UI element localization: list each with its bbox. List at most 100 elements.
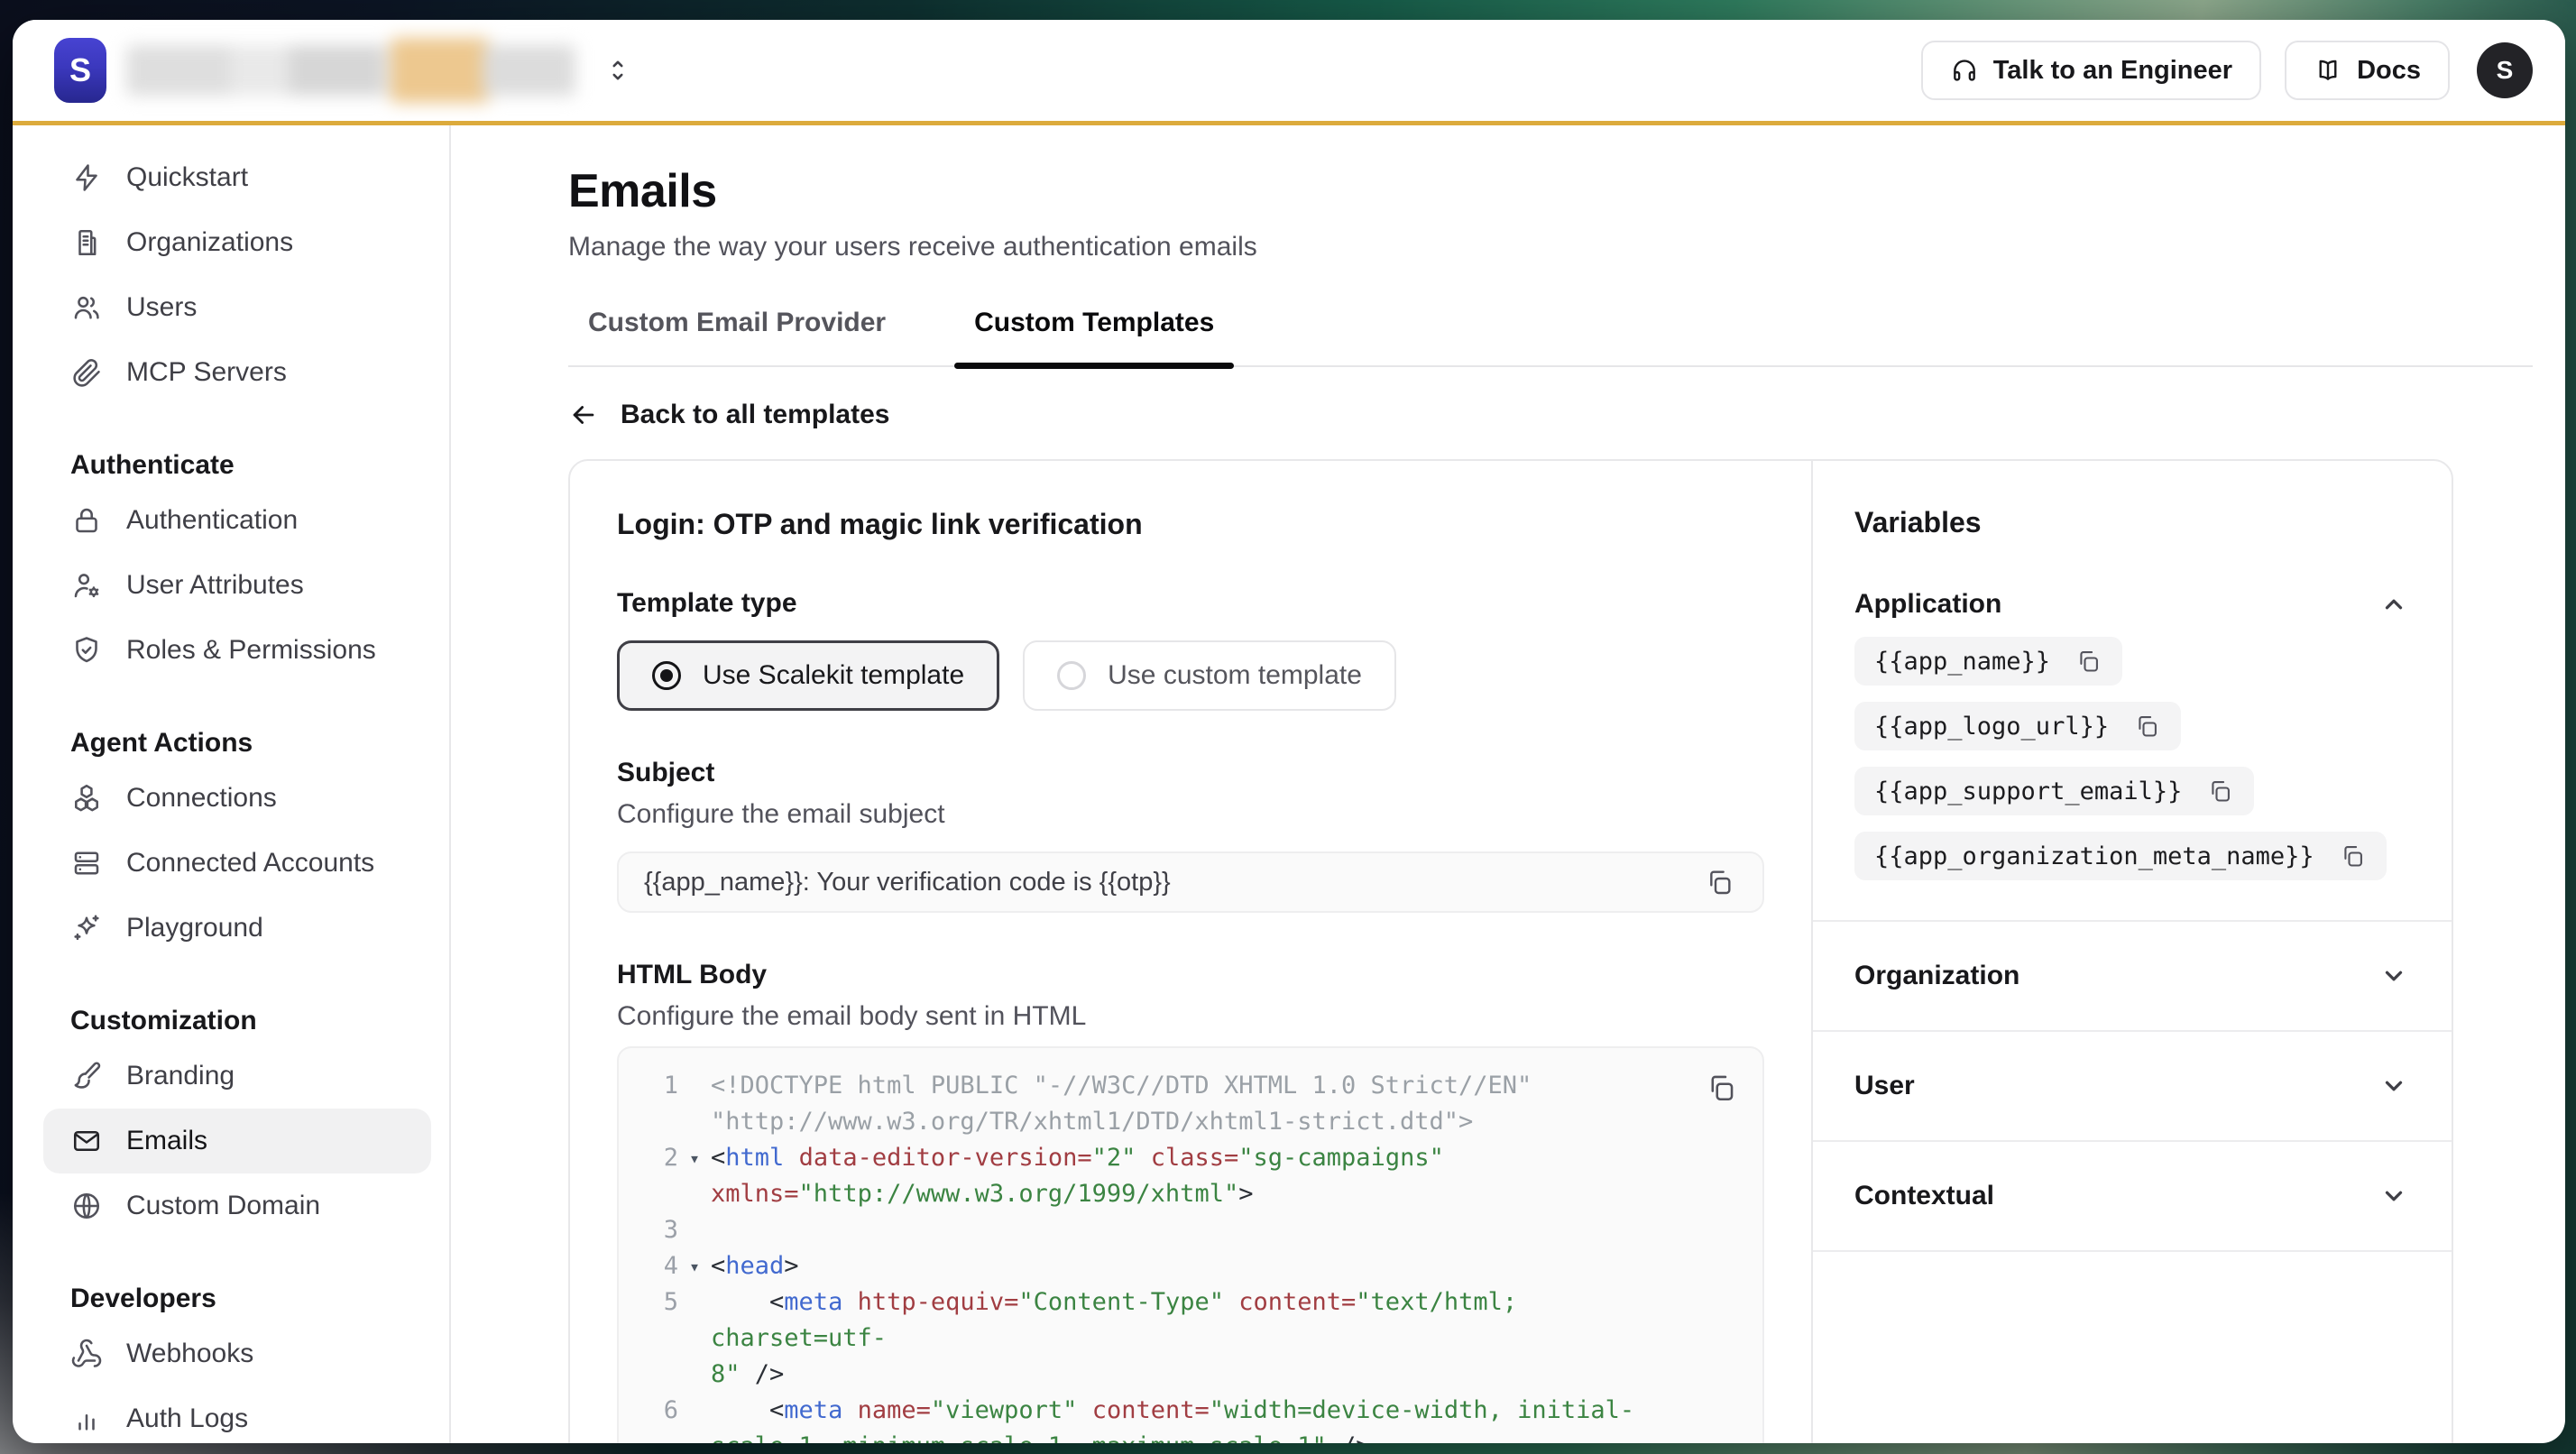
accordion-label: Contextual [1854,1181,1994,1211]
sidebar-item-label: Auth Logs [126,1403,248,1434]
headphones-icon [1950,56,1979,85]
sidebar-item-organizations[interactable]: Organizations [43,210,431,275]
back-to-templates-link[interactable]: Back to all templates [568,400,889,430]
variable-copy-button[interactable] [2132,712,2161,741]
variables-section-application[interactable]: Application [1854,588,2410,621]
code-fold-caret-icon[interactable]: ▾ [678,1140,711,1212]
sidebar-item-label: MCP Servers [126,357,287,388]
code-line-text: <!DOCTYPE html PUBLIC "-//W3C//DTD XHTML… [711,1068,1654,1140]
workspace-name-redacted[interactable] [126,45,575,96]
template-type-label: Template type [617,588,1764,619]
talk-to-engineer-label: Talk to an Engineer [1993,56,2232,86]
sidebar-item-webhooks[interactable]: Webhooks [43,1321,431,1386]
code-fold-spacer [678,1393,711,1443]
code-line-number: 1 [640,1068,678,1140]
sidebar-item-connections[interactable]: Connections [43,766,431,831]
variable-chip-app-name[interactable]: {{app_name}} [1854,637,2122,686]
arrow-left-icon [568,400,599,430]
building-icon [70,226,103,259]
user-avatar[interactable]: S [2477,42,2533,98]
shield-check-icon [70,634,103,667]
subject-value: {{app_name}}: Your verification code is … [644,868,1171,897]
variable-chip-text: {{app_logo_url}} [1874,713,2109,741]
main-content: Emails Manage the way your users receive… [451,125,2565,1443]
html-body-code-editor[interactable]: 1 <!DOCTYPE html PUBLIC "-//W3C//DTD XHTM… [617,1046,1764,1443]
sidebar-item-quickstart[interactable]: Quickstart [43,145,431,210]
sidebar-item-mcp-servers[interactable]: MCP Servers [43,340,431,405]
sidebar-item-authentication[interactable]: Authentication [43,488,431,553]
sidebar-section-authenticate: Authenticate [43,430,431,488]
code-line-3: 3 [640,1212,1654,1248]
template-type-option-use-custom-template[interactable]: Use custom template [1023,640,1396,711]
chevron-up-icon [2378,588,2410,621]
subject-copy-button[interactable] [1701,864,1737,900]
radio-selected-icon [652,661,681,690]
chevron-down-icon [2378,1070,2410,1102]
html-body-label: HTML Body [617,960,1764,990]
code-line-4: 4▾<head> [640,1248,1654,1284]
sidebar-item-playground[interactable]: Playground [43,896,431,961]
back-link-label: Back to all templates [621,400,889,430]
sidebar-item-custom-domain[interactable]: Custom Domain [43,1173,431,1238]
code-line-number: 4 [640,1248,678,1284]
code-line-text: <head> [711,1248,1654,1284]
variables-section-user[interactable]: User [1813,1032,2452,1142]
sidebar-item-label: Users [126,292,197,323]
chevron-down-icon [2378,960,2410,992]
bar-chart-icon [70,1403,103,1435]
code-line-6: 6 <meta name="viewport" content="width=d… [640,1393,1654,1443]
variable-chip-text: {{app_name}} [1874,648,2050,676]
variable-chip-app-organization-meta-name[interactable]: {{app_organization_meta_name}} [1854,832,2387,880]
user-gear-icon [70,569,103,602]
lock-icon [70,504,103,537]
code-line-2: 2▾<html data-editor-version="2" class="s… [640,1140,1654,1212]
sidebar-item-roles-permissions[interactable]: Roles & Permissions [43,618,431,683]
copy-icon [2340,843,2365,869]
tab-custom-templates[interactable]: Custom Templates [954,308,1234,365]
variable-copy-button[interactable] [2074,647,2102,676]
variable-copy-button[interactable] [2205,777,2234,805]
workspace-switcher-chevrons-icon[interactable] [603,55,633,86]
code-fold-caret-icon[interactable]: ▾ [678,1248,711,1284]
code-line-text: <html data-editor-version="2" class="sg-… [711,1140,1654,1212]
radio-unselected-icon [1057,661,1086,690]
variable-chip-app-support-email[interactable]: {{app_support_email}} [1854,767,2254,815]
subject-input[interactable]: {{app_name}}: Your verification code is … [617,851,1764,913]
vars-accordions: OrganizationUserContextual [1854,922,2410,1252]
copy-icon [1706,1072,1736,1103]
radio-option-label: Use custom template [1108,660,1362,691]
paperclip-icon [70,356,103,389]
sidebar-item-emails[interactable]: Emails [43,1109,431,1173]
docs-button[interactable]: Docs [2285,41,2450,100]
variable-copy-button[interactable] [2338,842,2367,870]
tab-custom-email-provider[interactable]: Custom Email Provider [568,308,906,365]
sidebar-item-label: Custom Domain [126,1191,320,1221]
code-line-text: <meta http-equiv="Content-Type" content=… [711,1284,1654,1393]
app-body: QuickstartOrganizations Users MCP Servers A… [13,125,2565,1443]
sidebar-item-users[interactable]: Users [43,275,431,340]
code-line-number: 5 [640,1284,678,1393]
code-copy-button[interactable] [1703,1070,1739,1106]
variable-chip-app-logo-url[interactable]: {{app_logo_url}} [1854,702,2181,750]
sidebar-section-agent-actions: Agent Actions [43,708,431,766]
sidebar-item-connected-accounts[interactable]: Connected Accounts [43,831,431,896]
copy-icon [2134,713,2159,739]
template-type-option-use-scalekit-template[interactable]: Use Scalekit template [617,640,999,711]
server-icon [70,847,103,879]
workspace-logo: S [54,38,106,103]
sparkles-icon [70,912,103,944]
variables-section-organization[interactable]: Organization [1813,922,2452,1032]
sidebar-item-auth-logs[interactable]: Auth Logs [43,1386,431,1443]
talk-to-engineer-button[interactable]: Talk to an Engineer [1921,41,2261,100]
sidebar-item-user-attributes[interactable]: User Attributes [43,553,431,618]
subject-label: Subject [617,758,1764,788]
copy-icon [2075,649,2101,674]
variables-section-contextual[interactable]: Contextual [1813,1142,2452,1252]
template-editor-left: Login: OTP and magic link verification T… [570,461,1811,1443]
template-editor-card: Login: OTP and magic link verification T… [568,459,2453,1443]
code-fold-spacer [678,1212,711,1248]
sidebar-item-branding[interactable]: Branding [43,1044,431,1109]
sidebar-section-customization: Customization [43,986,431,1044]
sidebar-item-label: User Attributes [126,570,304,601]
sidebar-section-developers: Developers [43,1264,431,1321]
